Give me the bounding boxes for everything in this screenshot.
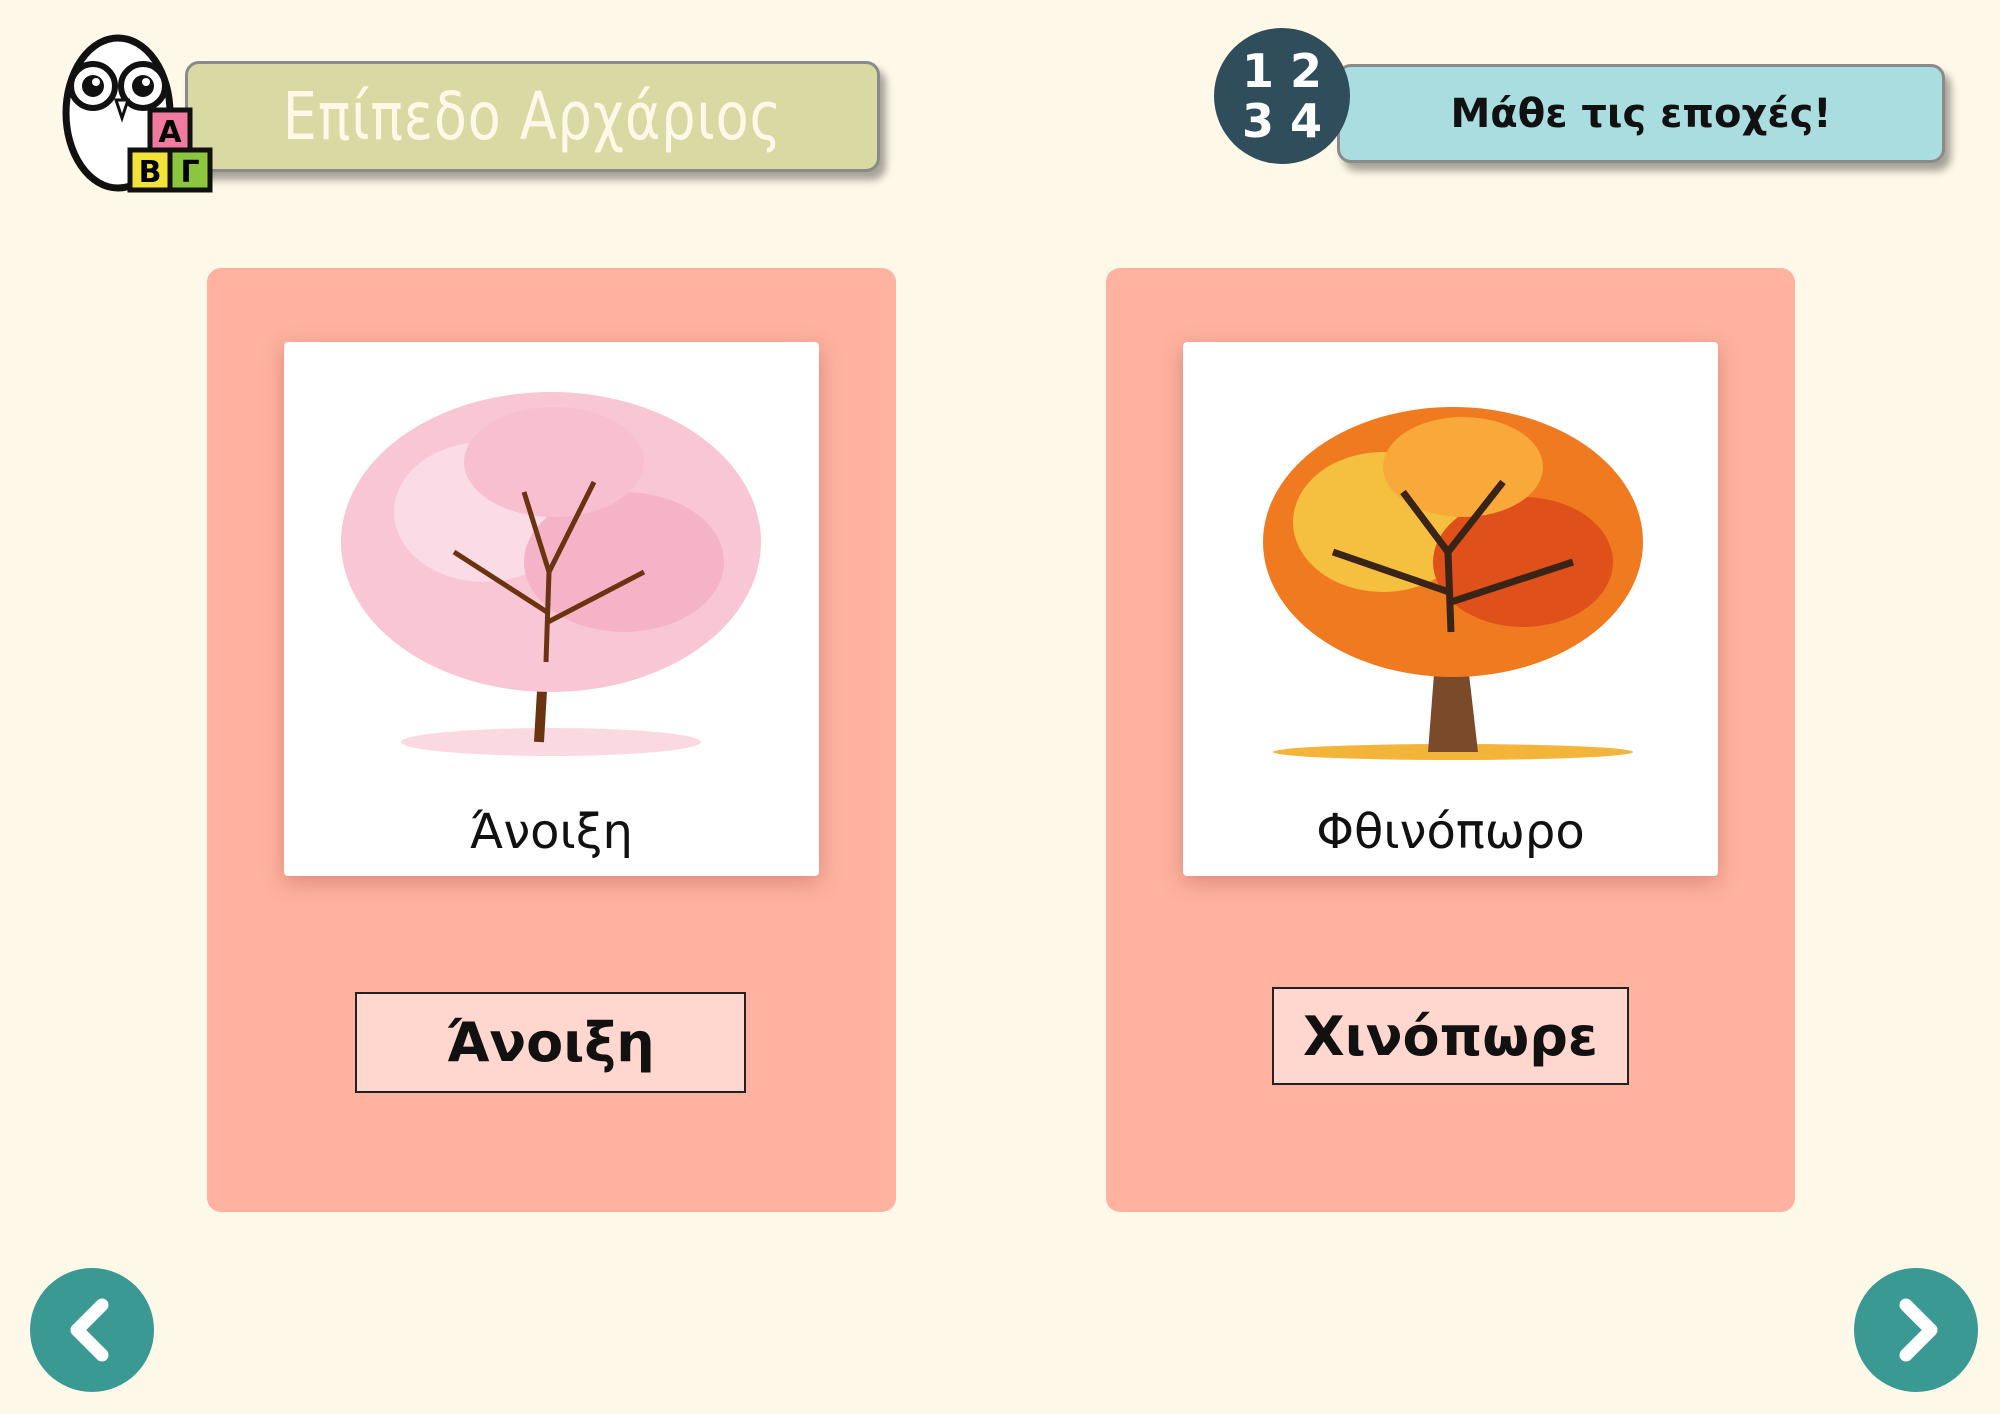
chevron-left-icon xyxy=(70,1298,109,1362)
answer-box[interactable]: Χινόπωρε xyxy=(1272,987,1629,1085)
season-card-1: Άνοιξη Άνοιξη xyxy=(207,268,896,1212)
number-badge-icon: 1 2 3 4 xyxy=(1214,28,1350,164)
previous-button[interactable] xyxy=(30,1268,154,1392)
answer-box[interactable]: Άνοιξη xyxy=(355,992,746,1093)
autumn-tree-image xyxy=(1263,407,1643,760)
logo-letter-b: B xyxy=(139,155,162,190)
card-image-frame: Άνοιξη xyxy=(284,342,819,876)
level-banner: Επίπεδο Αρχάριος xyxy=(185,61,880,172)
badge-row-1: 1 2 xyxy=(1241,44,1323,98)
level-label: Επίπεδο Αρχάριος xyxy=(282,78,783,155)
image-label: Άνοιξη xyxy=(470,804,633,860)
card-image-frame: Φθινόπωρο xyxy=(1183,342,1718,876)
chevron-right-icon xyxy=(1899,1298,1938,1362)
next-button[interactable] xyxy=(1854,1268,1978,1392)
owl-logo: A B Γ xyxy=(48,28,218,198)
logo-letter-a: A xyxy=(158,115,182,150)
logo-letter-g: Γ xyxy=(180,155,199,190)
activity-title: Μάθε τις εποχές! xyxy=(1450,90,1832,137)
activity-title-banner: Μάθε τις εποχές! xyxy=(1337,64,1945,163)
badge-row-2: 3 4 xyxy=(1241,94,1323,148)
cherry-blossom-tree-image xyxy=(341,392,761,756)
season-card-2: Φθινόπωρο Χινόπωρε xyxy=(1106,268,1795,1212)
image-label: Φθινόπωρο xyxy=(1316,804,1585,860)
